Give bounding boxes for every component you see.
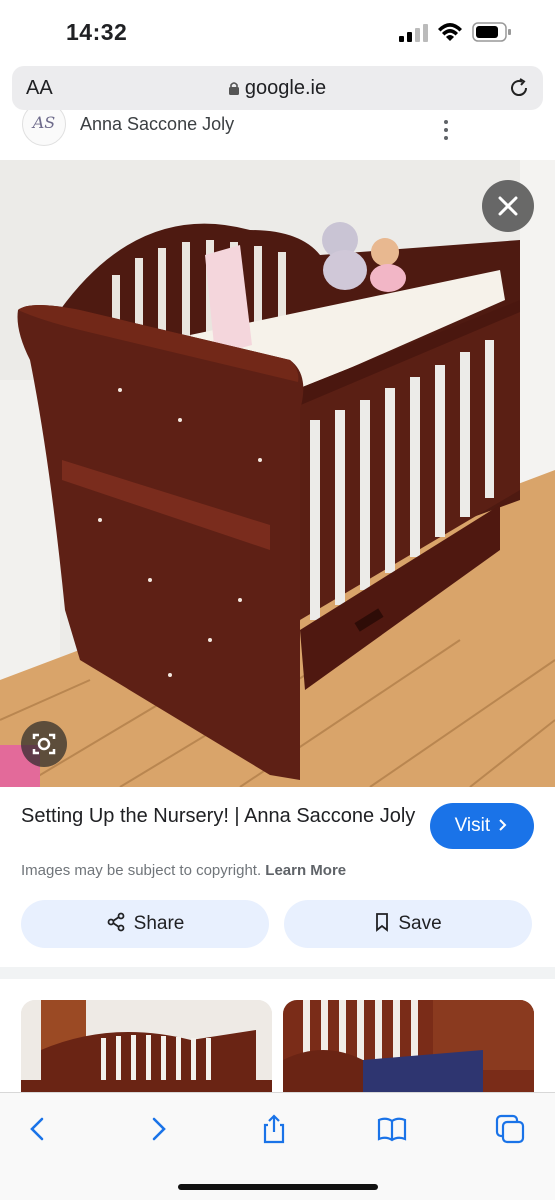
url-text: google.ie — [244, 77, 327, 99]
share-sheet-icon[interactable] — [258, 1113, 290, 1145]
source-name[interactable]: Anna Saccone Joly — [80, 114, 234, 135]
source-logo: AS — [22, 110, 66, 146]
result-image[interactable] — [0, 160, 555, 787]
battery-icon — [472, 22, 511, 42]
lock-icon — [228, 82, 239, 95]
share-button[interactable]: Share — [21, 900, 269, 948]
home-indicator — [178, 1184, 378, 1190]
copyright-notice: Images may be subject to copyright. Lear… — [21, 862, 346, 879]
browser-toolbar — [0, 1092, 555, 1200]
close-button[interactable] — [482, 180, 534, 232]
web-content[interactable]: AS Anna Saccone Joly Setting Up the Nurs… — [0, 110, 555, 1092]
address-bar[interactable]: AA google.ie — [12, 66, 543, 110]
back-icon[interactable] — [22, 1113, 54, 1145]
copyright-text: Images may be subject to copyright. — [21, 862, 262, 879]
lens-button[interactable] — [21, 721, 67, 767]
visit-label: Visit — [454, 815, 491, 836]
bookmarks-icon[interactable] — [376, 1113, 408, 1145]
forward-icon[interactable] — [142, 1113, 174, 1145]
related-image-thumbnail[interactable] — [283, 1000, 534, 1092]
save-button[interactable]: Save — [284, 900, 532, 948]
status-time: 14:32 — [66, 19, 128, 45]
reload-icon[interactable] — [507, 76, 531, 100]
cellular-signal-icon — [399, 24, 428, 42]
related-image-2 — [283, 1000, 534, 1092]
chevron-right-icon — [499, 819, 507, 831]
visit-button[interactable]: Visit — [430, 803, 534, 849]
source-row: AS Anna Saccone Joly — [0, 110, 555, 160]
related-image-thumbnail[interactable] — [21, 1000, 272, 1092]
lens-icon — [32, 733, 56, 755]
section-divider — [0, 967, 555, 979]
more-options-icon[interactable] — [436, 120, 456, 144]
tabs-icon[interactable] — [494, 1113, 526, 1145]
bookmark-icon — [376, 913, 389, 932]
result-info: Setting Up the Nursery! | Anna Saccone J… — [0, 787, 555, 967]
save-label: Save — [398, 913, 442, 934]
result-title[interactable]: Setting Up the Nursery! | Anna Saccone J… — [21, 803, 421, 829]
share-label: Share — [133, 913, 185, 934]
learn-more-link[interactable]: Learn More — [265, 862, 346, 879]
status-bar: 14:32 — [0, 0, 555, 62]
close-icon — [498, 196, 518, 216]
crib-photo — [0, 160, 555, 787]
share-icon — [107, 912, 125, 932]
related-image-1 — [21, 1000, 272, 1092]
wifi-icon — [438, 23, 462, 41]
url-display[interactable]: google.ie — [12, 77, 543, 100]
